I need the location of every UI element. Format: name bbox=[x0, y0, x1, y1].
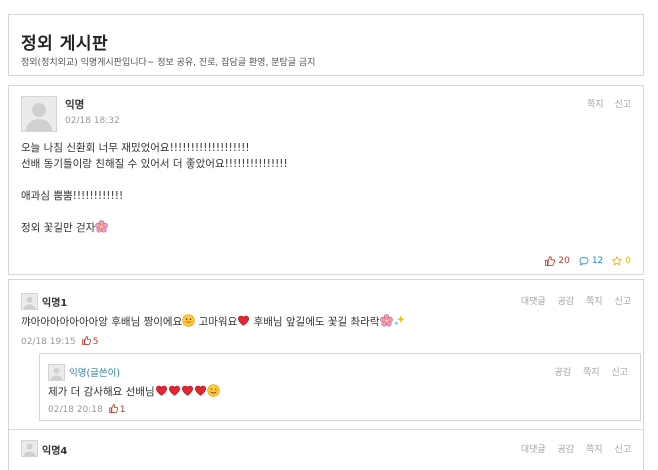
article-body: 오늘 나침 신환회 너무 재밌었어요!!!!!!!!!!!!!!!!!!! 선배… bbox=[21, 140, 621, 238]
comment-text-part: 후배님 앞길에도 꽃길 촤라락 bbox=[250, 316, 380, 328]
comment-count[interactable]: 12 bbox=[579, 256, 603, 266]
comment-text-part: 고마워요 bbox=[195, 316, 238, 328]
like-button[interactable]: 공감 bbox=[558, 445, 575, 455]
comment-likes: 5 bbox=[81, 336, 99, 348]
article-stats: 20 12 0 bbox=[545, 256, 631, 266]
reply-actions: 공감 쪽지 신고 bbox=[546, 365, 628, 378]
like-button[interactable]: 공감 bbox=[555, 368, 572, 378]
message-button[interactable]: 쪽지 bbox=[587, 100, 604, 110]
scrap-count-value: 0 bbox=[625, 256, 631, 266]
scrap-count[interactable]: 0 bbox=[612, 256, 631, 266]
report-button[interactable]: 신고 bbox=[614, 100, 631, 110]
message-button[interactable]: 쪽지 bbox=[586, 297, 603, 307]
article-line bbox=[21, 204, 621, 220]
like-count[interactable]: 20 bbox=[545, 256, 570, 266]
like-button[interactable]: 공감 bbox=[558, 297, 575, 307]
comment-date: 02/18 19:15 bbox=[21, 337, 76, 347]
sparkles-emoji bbox=[393, 314, 406, 330]
reply-button[interactable]: 대댓글 bbox=[521, 297, 546, 307]
article: 익명 02/18 18:32 쪽지 신고 오늘 나침 신환회 너무 재밌었어요!… bbox=[8, 85, 644, 275]
comment-author: 익명1 bbox=[42, 298, 68, 309]
article-actions: 쪽지 신고 bbox=[579, 97, 631, 110]
report-button[interactable]: 신고 bbox=[611, 368, 628, 378]
board-title[interactable]: 정외 게시판 bbox=[21, 29, 108, 54]
article-date: 02/18 18:32 bbox=[65, 116, 120, 126]
article-line: 애과심 뿜뿜!!!!!!!!!!!! bbox=[21, 190, 124, 202]
report-button[interactable]: 신고 bbox=[614, 445, 631, 455]
reply-date: 02/18 20:18 bbox=[48, 405, 103, 415]
comment-divider bbox=[9, 429, 643, 430]
thumbs-up-icon bbox=[545, 256, 556, 266]
article-line: 오늘 나침 신환회 너무 재밌었어요!!!!!!!!!!!!!!!!!!! bbox=[21, 142, 250, 154]
comment-like-count: 5 bbox=[92, 337, 99, 347]
avatar-placeholder-icon bbox=[48, 364, 65, 381]
report-button[interactable]: 신고 bbox=[614, 297, 631, 307]
comment-actions: 대댓글 공감 쪽지 신고 bbox=[512, 294, 631, 307]
avatar-placeholder-icon bbox=[21, 293, 38, 310]
article-line-text: 정외 꽃길만 걷자 bbox=[21, 222, 96, 234]
comment-text-part: 꺄아아아아아아아앙 후배님 짱이에요 bbox=[21, 316, 183, 328]
cherry-blossom-emoji bbox=[95, 220, 109, 238]
comment-list: 익명1 대댓글 공감 쪽지 신고 꺄아아아아아아아앙 후배님 짱이에요 고마워요… bbox=[8, 279, 644, 470]
reply-author: 익명(글쓴이) bbox=[69, 368, 121, 379]
article-author: 익명 bbox=[65, 99, 85, 111]
article-line-last: 정외 꽃길만 걷자 bbox=[21, 220, 621, 238]
like-count-value: 20 bbox=[558, 256, 570, 266]
comment-count-value: 12 bbox=[591, 256, 604, 266]
reply-comment: 익명(글쓴이) 공감 쪽지 신고 제가 더 감사해요 선배님 02/18 20:… bbox=[39, 353, 641, 421]
reply-button[interactable]: 대댓글 bbox=[521, 445, 546, 455]
reply-meta: 02/18 20:18 1 bbox=[48, 404, 125, 416]
article-line bbox=[21, 172, 621, 188]
red-heart-emoji bbox=[155, 384, 168, 400]
cherry-blossom-emoji bbox=[379, 314, 393, 330]
message-button[interactable]: 쪽지 bbox=[586, 445, 603, 455]
comment-meta: 02/18 19:15 5 bbox=[21, 336, 98, 348]
speech-bubble-icon bbox=[579, 256, 589, 266]
reply-text: 제가 더 감사해요 선배님 bbox=[48, 384, 220, 400]
avatar-placeholder-icon bbox=[21, 96, 57, 132]
article-line: 선배 동기들이랑 친해질 수 있어서 더 좋았어요!!!!!!!!!!!!!!! bbox=[21, 158, 288, 170]
smiling-face-emoji bbox=[182, 314, 195, 330]
star-icon bbox=[612, 256, 623, 266]
smiling-face-emoji bbox=[206, 384, 220, 400]
reply-like-count: 1 bbox=[119, 405, 126, 415]
reply-likes: 1 bbox=[108, 404, 126, 416]
comment-author: 익명4 bbox=[42, 446, 68, 457]
thumbs-up-icon bbox=[81, 336, 91, 348]
red-heart-emoji bbox=[181, 384, 194, 400]
board-header: 정외 게시판 정외(정치외교) 익명게시판입니다~ 정보 공유, 진로, 잡담글… bbox=[8, 14, 644, 76]
red-heart-emoji bbox=[194, 384, 207, 400]
board-description: 정외(정치외교) 익명게시판입니다~ 정보 공유, 진로, 잡담글 환영, 분탕… bbox=[21, 58, 316, 68]
comment-text: 꺄아아아아아아아앙 후배님 짱이에요 고마워요 후배님 앞길에도 꽃길 촤라락 bbox=[21, 314, 406, 330]
red-heart-emoji bbox=[168, 384, 181, 400]
reply-text-part: 제가 더 감사해요 선배님 bbox=[48, 386, 155, 398]
message-button[interactable]: 쪽지 bbox=[583, 368, 600, 378]
thumbs-up-icon bbox=[108, 404, 118, 416]
red-heart-emoji bbox=[237, 314, 250, 330]
